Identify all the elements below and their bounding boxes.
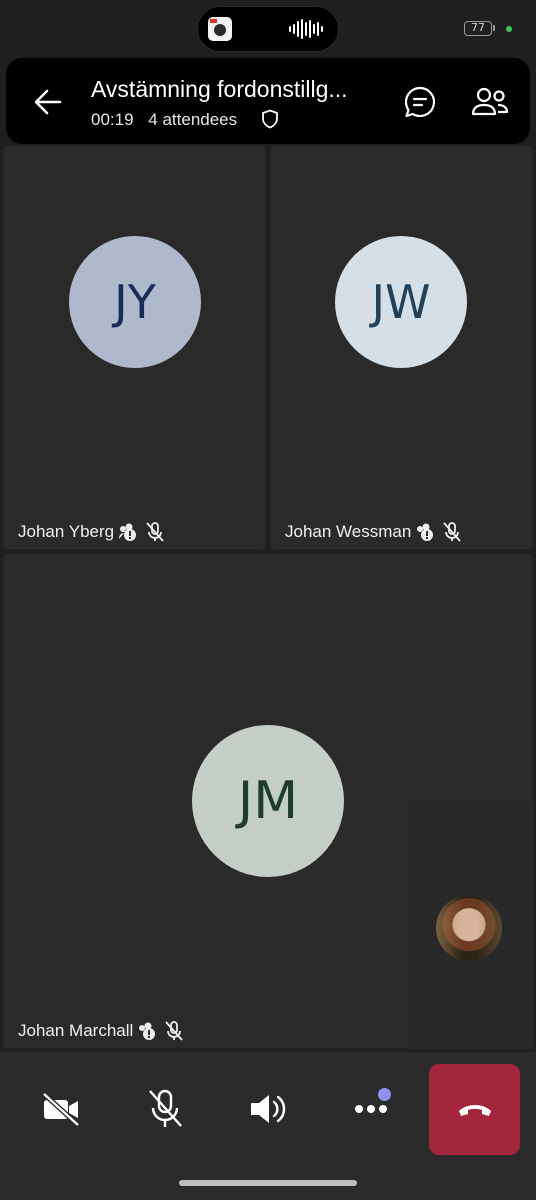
participant-name: Johan Wessman xyxy=(285,521,463,543)
avatar: JY xyxy=(69,236,201,368)
home-indicator xyxy=(179,1180,357,1186)
speaker-icon xyxy=(251,1095,286,1123)
call-duration: 00:19 xyxy=(91,110,134,129)
notification-badge xyxy=(378,1088,391,1101)
speaker-button[interactable] xyxy=(245,1086,291,1132)
shield-icon[interactable] xyxy=(261,109,279,129)
battery-indicator: 77 xyxy=(464,21,495,36)
camera-toggle-button[interactable] xyxy=(38,1086,84,1132)
audio-wave-icon xyxy=(289,19,323,39)
back-arrow-icon[interactable] xyxy=(32,86,64,118)
mic-off-icon xyxy=(165,1021,183,1041)
participant-tile-johan-wessman[interactable]: JW Johan Wessman xyxy=(270,146,533,549)
mic-off-icon xyxy=(443,522,461,542)
more-icon xyxy=(355,1105,387,1113)
dynamic-island[interactable] xyxy=(198,7,338,51)
participant-name: Johan Yberg xyxy=(18,521,166,543)
app-thumbnail-icon xyxy=(208,17,232,41)
meeting-info: 00:19 4 attendees xyxy=(91,110,247,130)
participant-name: Johan Marchall xyxy=(18,1020,185,1042)
camera-off-icon xyxy=(42,1092,80,1127)
warning-people-icon xyxy=(119,523,137,541)
attendee-count: 4 attendees xyxy=(148,110,238,129)
end-call-icon xyxy=(458,1104,491,1116)
mic-toggle-button[interactable] xyxy=(142,1086,188,1132)
privacy-dot xyxy=(506,26,512,32)
participant-tile-johan-yberg[interactable]: JY Johan Yberg xyxy=(3,146,266,549)
self-view-tile[interactable] xyxy=(404,803,534,1049)
chat-icon[interactable] xyxy=(403,85,437,119)
participants-icon[interactable] xyxy=(471,86,509,118)
self-avatar xyxy=(436,895,502,961)
mic-off-icon xyxy=(149,1089,182,1127)
warning-people-icon xyxy=(139,1022,156,1040)
warning-people-icon xyxy=(417,523,434,541)
mic-off-icon xyxy=(146,522,164,542)
avatar: JM xyxy=(192,725,344,877)
avatar: JW xyxy=(335,236,467,368)
call-header: Avstämning fordonstillg... 00:19 4 atten… xyxy=(6,58,530,144)
end-call-button[interactable] xyxy=(429,1064,520,1155)
meeting-title[interactable]: Avstämning fordonstillg... xyxy=(91,76,381,103)
